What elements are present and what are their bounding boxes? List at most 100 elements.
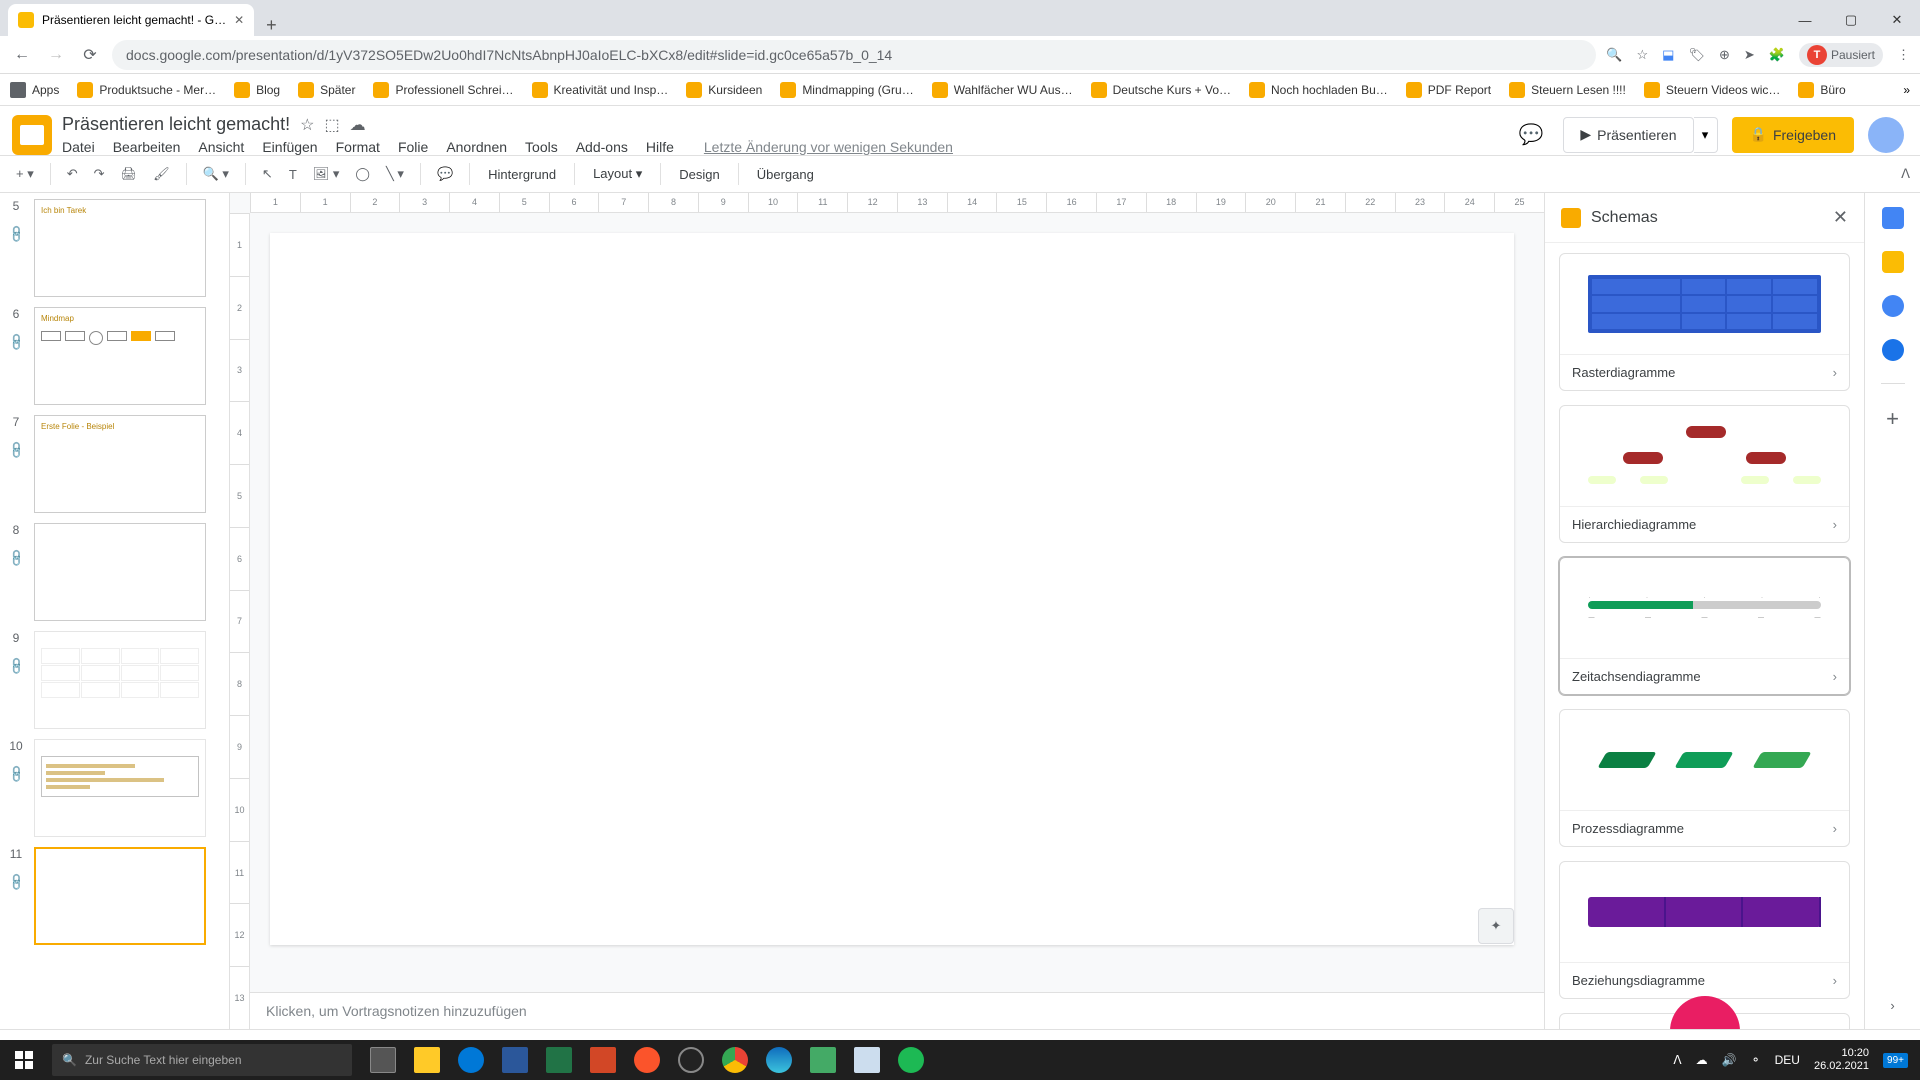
link-icon[interactable]: 🔗 xyxy=(6,764,26,784)
line-tool[interactable]: ╲ ▾ xyxy=(380,162,410,186)
slide-thumbnail[interactable]: Mindmap xyxy=(34,307,206,405)
comment-tool[interactable]: 💬 xyxy=(431,162,459,186)
profile-badge[interactable]: T Pausiert xyxy=(1799,43,1883,67)
redo-button[interactable]: ↷ xyxy=(88,162,111,186)
zoom-icon[interactable]: 🔍 xyxy=(1606,47,1622,63)
zoom-button[interactable]: 🔍 ▾ xyxy=(197,162,235,186)
start-button[interactable] xyxy=(0,1040,48,1080)
bookmark-item[interactable]: Kursideen xyxy=(686,82,762,98)
bookmark-item[interactable]: Mindmapping (Gru… xyxy=(780,82,913,98)
forward-button[interactable]: → xyxy=(44,46,68,64)
new-slide-button[interactable]: + ▾ xyxy=(10,162,40,186)
bookmark-item[interactable]: PDF Report xyxy=(1406,82,1491,98)
tasks-app-icon[interactable] xyxy=(1882,295,1904,317)
shape-tool[interactable]: ◯ xyxy=(349,162,376,186)
bookmark-item[interactable]: Apps xyxy=(10,82,59,98)
file-explorer-icon[interactable] xyxy=(406,1040,448,1080)
share-button[interactable]: 🔒 Freigeben xyxy=(1732,117,1854,153)
collapse-toolbar-icon[interactable]: ᐱ xyxy=(1901,166,1910,182)
taskbar-clock[interactable]: 10:20 26.02.2021 xyxy=(1814,1047,1869,1073)
link-icon[interactable]: 🔗 xyxy=(6,656,26,676)
print-button[interactable]: 🖨 xyxy=(115,162,144,186)
volume-icon[interactable]: 🔊 xyxy=(1722,1053,1737,1067)
bookmark-item[interactable]: Produktsuche - Mer… xyxy=(77,82,216,98)
language-indicator[interactable]: DEU xyxy=(1775,1053,1800,1067)
bookmark-item[interactable]: Steuern Lesen !!!! xyxy=(1509,82,1626,98)
window-minimize-icon[interactable]: — xyxy=(1782,4,1828,36)
spotify-icon[interactable] xyxy=(890,1040,932,1080)
account-avatar[interactable] xyxy=(1868,117,1904,153)
shopping-icon[interactable]: 🏷 xyxy=(1688,47,1705,63)
explore-button[interactable]: ✦ xyxy=(1478,908,1514,944)
last-edit-link[interactable]: Letzte Änderung vor wenigen Sekunden xyxy=(704,139,953,155)
contacts-app-icon[interactable] xyxy=(1882,339,1904,361)
slide-thumbnail[interactable]: Ich bin Tarek xyxy=(34,199,206,297)
bookmark-item[interactable]: Professionell Schrei… xyxy=(373,82,513,98)
brave-icon[interactable] xyxy=(626,1040,668,1080)
schema-card-grid[interactable]: Rasterdiagramme › xyxy=(1559,253,1850,391)
add-app-icon[interactable]: + xyxy=(1886,406,1899,432)
link-icon[interactable]: 🔗 xyxy=(6,548,26,568)
bookmarks-overflow-icon[interactable]: » xyxy=(1903,83,1910,97)
close-panel-icon[interactable]: ✕ xyxy=(1833,207,1848,228)
bookmark-item[interactable]: Noch hochladen Bu… xyxy=(1249,82,1388,98)
link-icon[interactable]: 🔗 xyxy=(6,440,26,460)
bookmark-item[interactable]: Später xyxy=(298,82,355,98)
schema-card-cycle[interactable] xyxy=(1559,1013,1850,1029)
share-icon[interactable]: ➤ xyxy=(1744,47,1755,63)
menu-add-ons[interactable]: Add-ons xyxy=(576,139,628,155)
link-icon[interactable]: 🔗 xyxy=(6,332,26,352)
chrome-icon[interactable] xyxy=(714,1040,756,1080)
window-close-icon[interactable]: ✕ xyxy=(1874,4,1920,36)
menu-ansicht[interactable]: Ansicht xyxy=(198,139,244,155)
design-button[interactable]: Design xyxy=(671,163,727,186)
chrome-menu-icon[interactable]: ⋮ xyxy=(1897,47,1910,63)
translate-icon[interactable]: ⊕ xyxy=(1719,47,1730,63)
taskbar-search[interactable]: 🔍 Zur Suche Text hier eingeben xyxy=(52,1044,352,1076)
transition-button[interactable]: Übergang xyxy=(749,163,822,186)
link-icon[interactable]: 🔗 xyxy=(6,224,26,244)
menu-einfügen[interactable]: Einfügen xyxy=(262,139,317,155)
document-title[interactable]: Präsentieren leicht gemacht! xyxy=(62,114,290,135)
browser-tab[interactable]: Präsentieren leicht gemacht! - G… ✕ xyxy=(8,4,254,36)
bookmark-item[interactable]: Steuern Videos wic… xyxy=(1644,82,1781,98)
menu-datei[interactable]: Datei xyxy=(62,139,95,155)
paint-format-button[interactable]: 🖌 xyxy=(147,162,176,186)
notifications-icon[interactable]: 99+ xyxy=(1883,1053,1908,1068)
move-icon[interactable]: ⬚ xyxy=(324,115,339,135)
window-maximize-icon[interactable]: ▢ xyxy=(1828,4,1874,36)
slide-thumbnail[interactable] xyxy=(34,631,206,729)
schema-card-rel[interactable]: Beziehungsdiagramme › xyxy=(1559,861,1850,999)
bookmark-item[interactable]: Blog xyxy=(234,82,280,98)
textbox-tool[interactable]: T xyxy=(283,163,303,186)
schema-card-hier[interactable]: Hierarchiediagramme › xyxy=(1559,405,1850,543)
app-icon-1[interactable] xyxy=(802,1040,844,1080)
menu-format[interactable]: Format xyxy=(336,139,380,155)
bookmark-item[interactable]: Büro xyxy=(1798,82,1845,98)
menu-hilfe[interactable]: Hilfe xyxy=(646,139,674,155)
bookmark-item[interactable]: Wahlfächer WU Aus… xyxy=(932,82,1073,98)
comments-button[interactable]: 💬 xyxy=(1513,117,1549,153)
slide-thumbnail[interactable] xyxy=(34,847,206,945)
present-dropdown[interactable]: ▾ xyxy=(1694,117,1718,153)
task-view-icon[interactable] xyxy=(362,1040,404,1080)
calendar-app-icon[interactable] xyxy=(1882,207,1904,229)
excel-icon[interactable] xyxy=(538,1040,580,1080)
menu-tools[interactable]: Tools xyxy=(525,139,558,155)
extensions-icon[interactable]: 🧩 xyxy=(1769,47,1785,63)
collapse-rail-icon[interactable]: › xyxy=(1890,998,1894,1013)
select-tool[interactable]: ↖ xyxy=(256,162,279,186)
back-button[interactable]: ← xyxy=(10,46,34,64)
tray-expand-icon[interactable]: ᐱ xyxy=(1673,1053,1681,1067)
word-icon[interactable] xyxy=(494,1040,536,1080)
cloud-status-icon[interactable]: ☁ xyxy=(350,115,366,135)
present-button[interactable]: ▶ Präsentieren xyxy=(1563,117,1693,153)
link-icon[interactable]: 🔗 xyxy=(6,872,26,892)
slide-thumbnail[interactable]: Erste Folie - Beispiel xyxy=(34,415,206,513)
menu-anordnen[interactable]: Anordnen xyxy=(446,139,507,155)
star-icon[interactable]: ☆ xyxy=(300,115,314,135)
edge-legacy-icon[interactable] xyxy=(450,1040,492,1080)
bookmark-item[interactable]: Kreativität und Insp… xyxy=(532,82,669,98)
readlist-icon[interactable]: ⬓ xyxy=(1662,47,1674,63)
wifi-icon[interactable]: ⚬ xyxy=(1751,1053,1761,1067)
